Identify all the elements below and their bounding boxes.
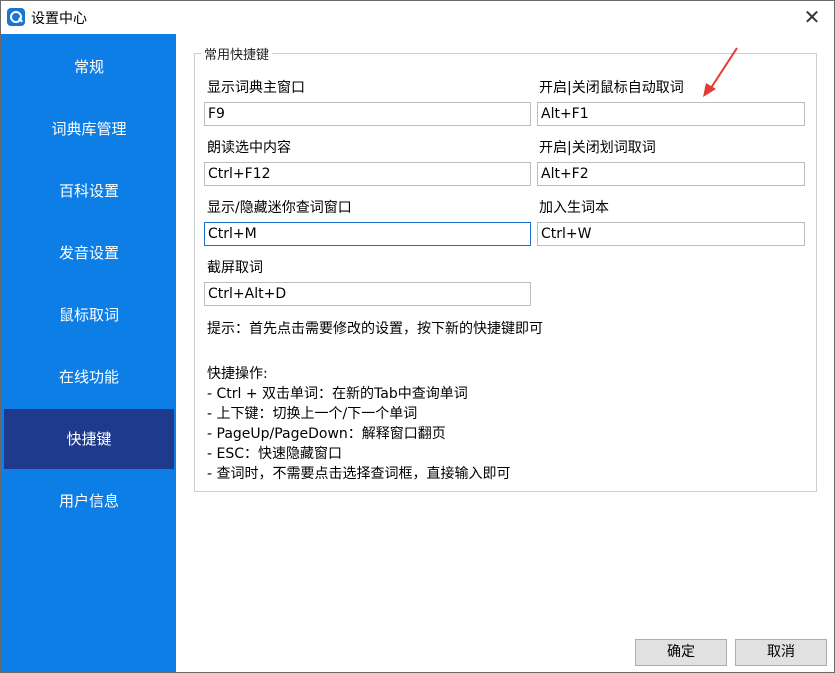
sidebar-item-online[interactable]: 在线功能 [4, 347, 174, 407]
ok-button[interactable]: 确定 [635, 639, 727, 666]
sidebar-item-dictionary[interactable]: 词典库管理 [4, 99, 174, 159]
quick-op-line: - ESC：快速隐藏窗口 [207, 446, 343, 462]
toggle-mouse-input[interactable]: Alt+F1 [537, 102, 805, 126]
hint-text: 提示：首先点击需要修改的设置，按下新的快捷键即可 [207, 321, 543, 337]
screenshot-label: 截屏取词 [207, 260, 263, 276]
screenshot-input[interactable]: Ctrl+Alt+D [204, 282, 531, 306]
sidebar: 常规 词典库管理 百科设置 发音设置 鼠标取词 在线功能 快捷键 用户信息 [1, 34, 176, 672]
sidebar-item-pronunciation[interactable]: 发音设置 [4, 223, 174, 283]
group-title: 常用快捷键 [201, 44, 273, 63]
read-selection-label: 朗读选中内容 [207, 140, 291, 156]
add-word-input[interactable]: Ctrl+W [537, 222, 805, 246]
close-icon[interactable]: ✕ [798, 4, 826, 30]
toggle-select-label: 开启|关闭划词取词 [539, 140, 656, 156]
app-search-icon [7, 8, 25, 26]
quick-op-line: - Ctrl + 双击单词：在新的Tab中查询单词 [207, 386, 468, 402]
sidebar-item-general[interactable]: 常规 [4, 37, 174, 97]
show-main-label: 显示词典主窗口 [207, 80, 305, 96]
read-selection-input[interactable]: Ctrl+F12 [204, 162, 531, 186]
quick-ops-title: 快捷操作: [207, 366, 268, 382]
cancel-button[interactable]: 取消 [735, 639, 827, 666]
sidebar-item-encyclopedia[interactable]: 百科设置 [4, 161, 174, 221]
sidebar-item-hotkeys[interactable]: 快捷键 [4, 409, 174, 469]
sidebar-item-user-info[interactable]: 用户信息 [4, 471, 174, 531]
quick-ops: 快捷操作: - Ctrl + 双击单词：在新的Tab中查询单词 - 上下键：切换… [207, 364, 511, 484]
show-main-input[interactable]: F9 [204, 102, 531, 126]
annotation-arrow-icon [703, 47, 738, 97]
quick-op-line: - 查词时，不需要点击选择查词框，直接输入即可 [207, 466, 511, 482]
mini-window-label: 显示/隐藏迷你查词窗口 [207, 200, 352, 216]
title-bar: 设置中心 ✕ [1, 1, 834, 34]
sidebar-item-mouse-lookup[interactable]: 鼠标取词 [4, 285, 174, 345]
quick-op-line: - 上下键：切换上一个/下一个单词 [207, 406, 418, 422]
quick-op-line: - PageUp/PageDown：解释窗口翻页 [207, 426, 446, 442]
add-word-label: 加入生词本 [539, 200, 609, 216]
mini-window-input[interactable]: Ctrl+M [204, 222, 531, 246]
toggle-select-input[interactable]: Alt+F2 [537, 162, 805, 186]
toggle-mouse-label: 开启|关闭鼠标自动取词 [539, 80, 684, 96]
window-title: 设置中心 [31, 11, 87, 27]
